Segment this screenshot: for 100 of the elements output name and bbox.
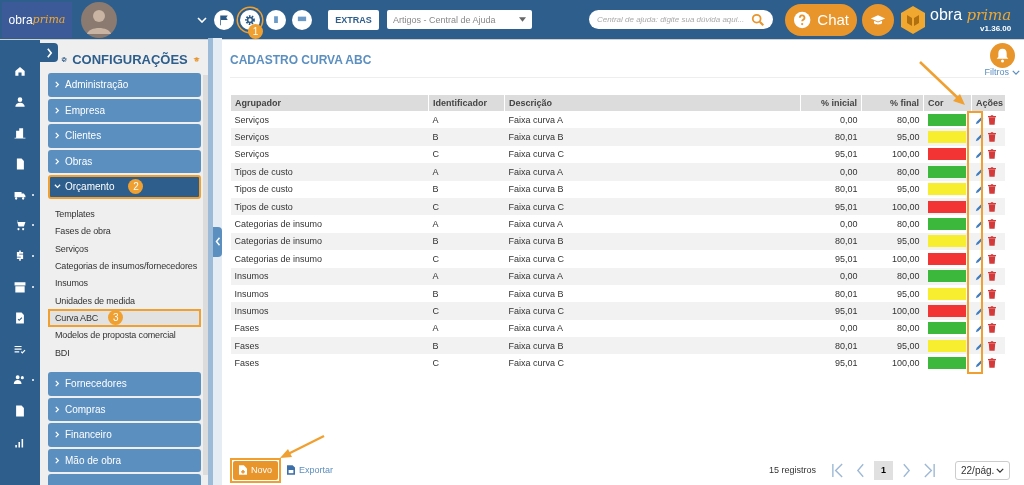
- column-header[interactable]: Agrupador: [230, 95, 429, 111]
- delete-icon[interactable]: [987, 358, 996, 369]
- delete-icon[interactable]: [987, 166, 996, 177]
- table-cell: Categorias de insumo: [230, 215, 429, 233]
- delete-icon[interactable]: [987, 201, 996, 212]
- extras-button[interactable]: EXTRAS: [328, 9, 379, 30]
- table-cell: C: [428, 354, 505, 372]
- chevron-right-icon: [54, 405, 61, 413]
- table-cell: 0,00: [800, 267, 862, 285]
- delete-icon[interactable]: [987, 219, 996, 230]
- column-header[interactable]: % inicial: [800, 95, 862, 111]
- table-cell: 95,01: [800, 354, 862, 372]
- sidebar-link[interactable]: Unidades de medida: [48, 292, 201, 310]
- search-icon[interactable]: [751, 12, 765, 27]
- table-cell: Categorias de insumo: [230, 250, 429, 268]
- table-cell: B: [428, 128, 505, 146]
- monitor-button[interactable]: [292, 9, 312, 30]
- table-cell: 100,00: [861, 145, 924, 164]
- table-cell: Faixa curva A: [504, 163, 801, 181]
- column-header[interactable]: Cor: [923, 95, 972, 111]
- table-cell: Categorias de insumo: [230, 232, 429, 251]
- record-count: 15 registros: [768, 465, 816, 475]
- user-icon[interactable]: [13, 94, 27, 109]
- delete-icon[interactable]: [987, 306, 996, 316]
- table-cell: C: [428, 197, 505, 216]
- column-header[interactable]: Identificador: [428, 95, 505, 111]
- table-cell: Insumos: [230, 267, 429, 285]
- delete-icon[interactable]: [987, 184, 996, 195]
- table-cell: Serviços: [230, 128, 429, 146]
- table-cell: B: [428, 232, 505, 251]
- collapse-panel-button[interactable]: [213, 226, 222, 257]
- scrollbar[interactable]: [203, 75, 208, 475]
- logo[interactable]: obraprima: [2, 1, 72, 38]
- page-button[interactable]: 1: [874, 460, 893, 480]
- delete-icon[interactable]: [987, 149, 996, 160]
- training-button[interactable]: [862, 3, 894, 36]
- table-cell: Faixa curva C: [504, 354, 801, 372]
- sidebar-link[interactable]: Categorias de insumos/fornecedores: [48, 257, 201, 275]
- bell-icon[interactable]: [987, 43, 1017, 68]
- sidebar-link[interactable]: Fases de obra: [48, 222, 201, 241]
- column-header[interactable]: Descrição: [504, 95, 801, 111]
- table-cell: B: [428, 180, 505, 198]
- delete-icon[interactable]: [987, 323, 996, 334]
- table-cell: A: [428, 319, 505, 338]
- table-cell: 100,00: [861, 250, 924, 268]
- page-size-select[interactable]: 22/pág.: [955, 460, 1010, 480]
- table-cell: 80,00: [861, 319, 924, 338]
- new-document-icon: [239, 465, 247, 475]
- dropdown-arrow-icon: [519, 17, 526, 22]
- table-cell: C: [428, 250, 505, 268]
- chevron-right-icon: [54, 157, 61, 165]
- table-cell: 80,01: [800, 128, 862, 146]
- table-cell: A: [428, 267, 505, 285]
- delete-icon[interactable]: [987, 253, 996, 264]
- help-select[interactable]: Artigos - Central de Ajuda: [387, 10, 532, 29]
- delete-icon[interactable]: [987, 132, 996, 143]
- sidebar-link[interactable]: Insumos: [48, 274, 201, 292]
- column-header[interactable]: % final: [861, 95, 924, 111]
- document-icon[interactable]: [13, 403, 27, 418]
- table-cell: Faixa curva C: [504, 145, 801, 164]
- avatar-icon[interactable]: [81, 1, 117, 38]
- table-cell: 95,01: [800, 250, 862, 268]
- sidebar-link[interactable]: Templates: [48, 205, 201, 223]
- table-cell: 95,00: [861, 232, 924, 251]
- sidebar-section[interactable]: Orçamento 2: [48, 175, 201, 199]
- step-badge: 2: [128, 179, 144, 195]
- document-check-icon[interactable]: [13, 311, 27, 326]
- search-field[interactable]: Central de ajuda: digite sua dúvida aqui...: [589, 10, 773, 29]
- table-cell: 95,01: [800, 197, 862, 216]
- table-cell: Faixa curva A: [504, 319, 801, 338]
- chevron-right-icon: [54, 380, 61, 388]
- flag-button[interactable]: [214, 9, 234, 30]
- collapse-sidebar-button[interactable]: [40, 43, 58, 62]
- table-cell: 80,01: [800, 232, 862, 251]
- column-header[interactable]: Ações: [971, 95, 1005, 111]
- table-cell: 95,00: [861, 180, 924, 198]
- archive-icon[interactable]: [13, 280, 27, 295]
- people-icon[interactable]: [13, 372, 27, 387]
- table-cell: 0,00: [800, 319, 862, 338]
- chevron-down-icon: [996, 467, 1004, 473]
- delete-icon[interactable]: [987, 271, 996, 282]
- delete-icon[interactable]: [987, 114, 996, 125]
- table-cell: Faixa curva B: [504, 180, 801, 198]
- export-link[interactable]: Exportar: [287, 465, 334, 475]
- table-cell: 100,00: [861, 302, 924, 320]
- table-cell: Fases: [230, 319, 429, 338]
- delete-icon[interactable]: [987, 340, 996, 351]
- table-cell: Faixa curva A: [504, 111, 801, 129]
- sidebar-link[interactable]: BDI: [48, 343, 201, 362]
- table-cell: 80,00: [861, 215, 924, 233]
- mobile-button[interactable]: [266, 9, 286, 30]
- filters-toggle[interactable]: Filtros: [984, 67, 1020, 77]
- sidebar-link[interactable]: Serviços: [48, 240, 201, 258]
- help-icon: [793, 9, 812, 30]
- chevron-down-icon[interactable]: [197, 16, 207, 23]
- save-icon: [287, 465, 295, 475]
- delete-icon[interactable]: [987, 236, 996, 247]
- sidebar-link[interactable]: Modelos de proposta comercial: [48, 326, 201, 344]
- sidebar-link[interactable]: Curva ABC 3: [48, 309, 201, 327]
- delete-icon[interactable]: [987, 288, 996, 299]
